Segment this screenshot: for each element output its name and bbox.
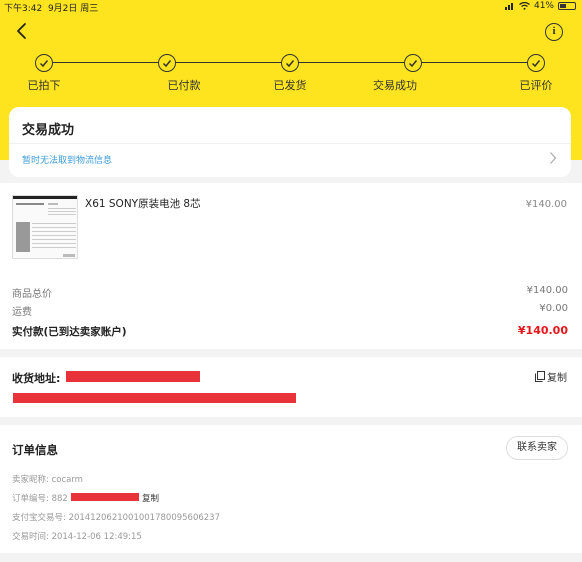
address-label: 收货地址:: [12, 372, 61, 385]
product-image: [13, 196, 77, 257]
step-label-shipped: 已发货: [273, 79, 307, 92]
paid-row: 实付款(已到达卖家账户) ¥140.00: [12, 324, 568, 339]
step-label-paid: 已付款: [167, 79, 201, 92]
info-button[interactable]: i: [545, 23, 563, 41]
copy-address-label: 复制: [547, 373, 567, 384]
copy-icon: [535, 371, 545, 382]
step-label-completed: 交易成功: [373, 79, 417, 92]
product-price: ¥140.00: [525, 199, 567, 210]
order-info-section: 订单信息 联系卖家 卖家昵称: cocarm 订单编号: 882 复制 支付宝交…: [0, 425, 582, 553]
signal-icon: [504, 3, 513, 10]
status-indicators: 41%: [504, 1, 576, 11]
step-check-1: [35, 54, 53, 72]
copy-order-number-button[interactable]: 复制: [142, 492, 159, 504]
logistics-link[interactable]: 暂时无法取到物流信息: [22, 153, 112, 166]
status-bar: 下午3:42 9月2日 周三 41%: [0, 0, 582, 14]
chevron-right-icon[interactable]: [549, 151, 557, 165]
goods-total-row: 商品总价 ¥140.00: [12, 285, 568, 300]
redacted-name: [66, 371, 200, 382]
order-info-title: 订单信息: [12, 443, 58, 457]
back-button[interactable]: [14, 22, 32, 40]
redacted-address: [13, 393, 296, 403]
step-check-4: [404, 54, 422, 72]
step-check-5: [527, 54, 545, 72]
shipping-row: 运费 ¥0.00: [12, 303, 568, 318]
check-icon: [408, 60, 418, 68]
seller-nickname: 卖家昵称: cocarm: [12, 475, 83, 485]
goods-total-value: ¥140.00: [526, 285, 568, 296]
alipay-transaction-number: 支付宝交易号: 2014120621001001780095606237: [12, 513, 220, 523]
trade-time: 交易时间: 2014-12-06 12:49:15: [12, 532, 142, 542]
check-icon: [531, 60, 541, 68]
check-icon: [162, 60, 172, 68]
step-label-ordered: 已拍下: [27, 79, 61, 92]
address-section: 收货地址: 复制: [0, 357, 582, 417]
redacted-order-number: [71, 493, 139, 501]
status-time: 下午3:42 9月2日 周三: [4, 4, 99, 14]
goods-total-label: 商品总价: [12, 289, 52, 300]
status-title: 交易成功: [22, 123, 75, 138]
paid-label: 实付款(已到达卖家账户): [12, 326, 127, 338]
back-icon: [17, 23, 26, 39]
copy-address-button[interactable]: 复制: [535, 369, 567, 384]
check-icon: [39, 60, 49, 68]
battery-icon: [558, 2, 576, 10]
step-check-2: [158, 54, 176, 72]
paid-value: ¥140.00: [517, 324, 568, 337]
wifi-icon: [519, 2, 530, 10]
status-card: 交易成功 暂时无法取到物流信息: [9, 107, 571, 177]
product-thumbnail[interactable]: [12, 195, 78, 259]
contact-seller-button[interactable]: 联系卖家: [506, 436, 568, 460]
product-section: X61 SONY原装电池 8芯 ¥140.00 商品总价 ¥140.00 运费 …: [0, 183, 582, 349]
shipping-value: ¥0.00: [539, 303, 568, 314]
info-icon: i: [552, 25, 556, 37]
step-label-reviewed: 已评价: [519, 79, 553, 92]
step-check-3: [281, 54, 299, 72]
order-number: 订单编号: 882: [12, 494, 68, 504]
check-icon: [285, 60, 295, 68]
product-name[interactable]: X61 SONY原装电池 8芯: [85, 196, 201, 211]
divider: [9, 143, 571, 144]
shipping-label: 运费: [12, 307, 32, 318]
battery-percent: 41%: [533, 1, 554, 11]
